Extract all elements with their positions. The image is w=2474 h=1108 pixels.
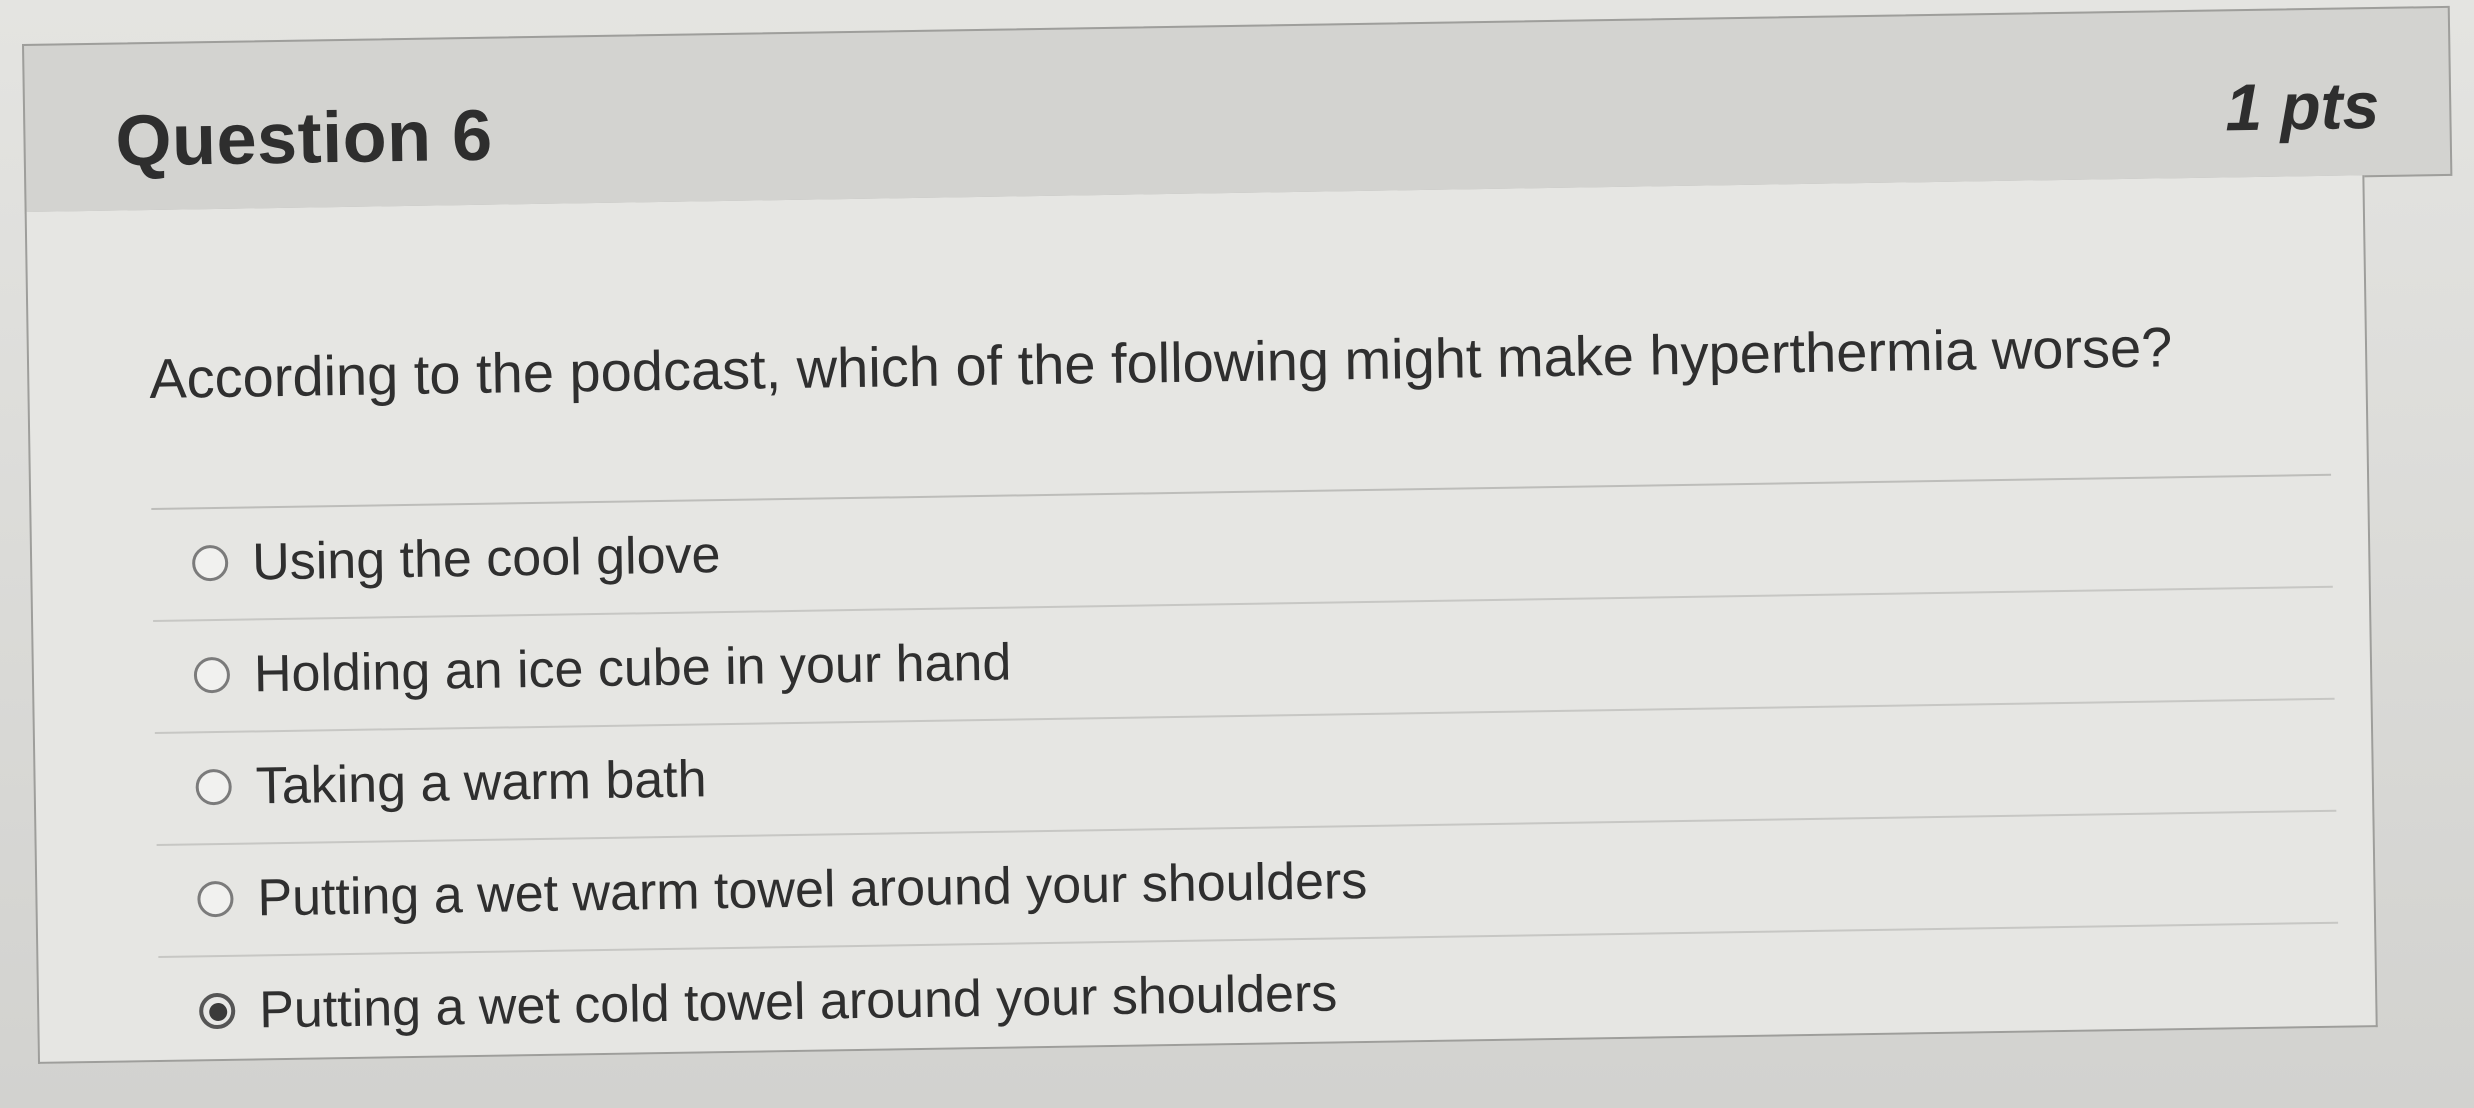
answer-label[interactable]: Putting a wet warm towel around your sho…	[257, 851, 1368, 928]
radio-button[interactable]	[191, 544, 229, 582]
question-prompt: According to the podcast, which of the f…	[148, 315, 2173, 411]
radio-button[interactable]	[193, 656, 231, 694]
answer-label[interactable]: Putting a wet cold towel around your sho…	[259, 963, 1338, 1040]
radio-button[interactable]	[197, 880, 234, 918]
answer-label[interactable]: Holding an ice cube in your hand	[253, 633, 1011, 705]
question-title: Question 6	[114, 95, 494, 182]
answer-list: Using the cool glove Holding an ice cube…	[151, 475, 2340, 1070]
question-points: 1 pts	[2224, 67, 2380, 145]
radio-button[interactable]	[195, 768, 232, 806]
question-body: According to the podcast, which of the f…	[24, 175, 2378, 1064]
answer-label[interactable]: Taking a warm bath	[255, 749, 707, 816]
radio-button-selected[interactable]	[198, 992, 236, 1030]
question-card: Question 6 1 pts According to the podcas…	[22, 5, 2466, 1064]
answer-label[interactable]: Using the cool glove	[252, 525, 721, 592]
photo-background: Question 6 1 pts According to the podcas…	[0, 0, 2474, 1108]
